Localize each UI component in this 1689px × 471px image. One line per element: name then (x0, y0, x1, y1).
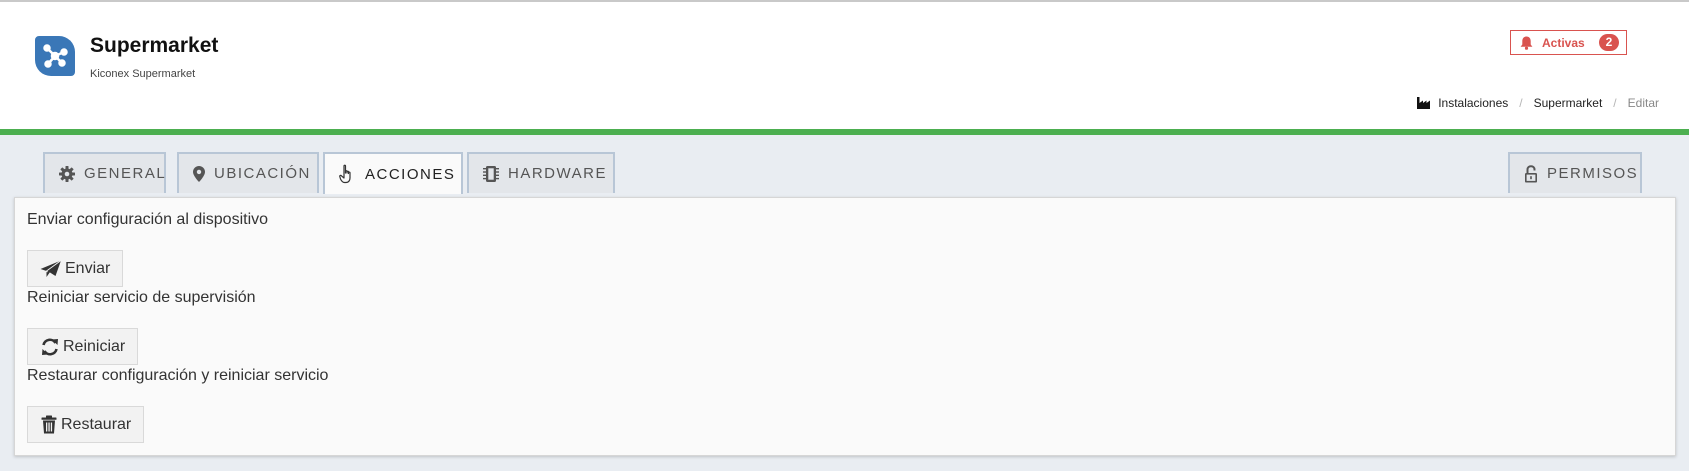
tab-bar: GENERAL UBICACIÓN ACCIONES HARDWARE PERM… (0, 135, 1689, 194)
hand-pointer-icon (339, 164, 356, 184)
factory-icon (1417, 97, 1431, 109)
unlock-icon (1524, 164, 1538, 183)
breadcrumb-supermarket[interactable]: Supermarket (1534, 96, 1603, 110)
tab-ubicacion-label: UBICACIÓN (214, 165, 311, 182)
network-nodes-icon (35, 36, 75, 76)
breadcrumb: Instalaciones / Supermarket / Editar (1417, 96, 1659, 110)
alerts-label: Activas (1542, 35, 1585, 50)
send-config-label: Enviar configuración al dispositivo (27, 211, 269, 228)
gear-icon (59, 165, 75, 182)
send-button-label: Enviar (65, 259, 111, 277)
page-title: Supermarket (90, 34, 219, 57)
chip-icon (483, 165, 499, 183)
tab-acciones[interactable]: ACCIONES (323, 152, 463, 194)
page-subtitle: Kiconex Supermarket (90, 68, 196, 80)
paper-plane-icon (40, 259, 62, 278)
breadcrumb-instalaciones[interactable]: Instalaciones (1438, 96, 1508, 110)
restart-service-label: Reiniciar servicio de supervisión (27, 289, 256, 306)
restore-button[interactable]: Restaurar (27, 406, 145, 443)
restart-button[interactable]: Reiniciar (27, 328, 139, 365)
restore-config-label: Restaurar configuración y reiniciar serv… (27, 367, 329, 384)
trash-icon (40, 415, 58, 434)
tab-permisos[interactable]: PERMISOS (1508, 152, 1642, 193)
tab-general-label: GENERAL (84, 165, 167, 182)
refresh-icon (40, 338, 60, 356)
active-alerts-button[interactable]: Activas 2 (1510, 30, 1627, 55)
restore-button-label: Restaurar (61, 415, 132, 433)
send-button[interactable]: Enviar (27, 250, 124, 287)
page-header: Supermarket Kiconex Supermarket Activas … (0, 2, 1689, 135)
bell-icon (1520, 36, 1533, 50)
tab-hardware-label: HARDWARE (508, 165, 607, 182)
actions-panel: Enviar configuración al dispositivo Envi… (14, 197, 1676, 456)
tab-general[interactable]: GENERAL (43, 152, 166, 193)
tab-permisos-label: PERMISOS (1547, 165, 1639, 182)
breadcrumb-separator: / (1613, 96, 1617, 110)
breadcrumb-separator: / (1519, 96, 1523, 110)
alerts-count-badge: 2 (1599, 34, 1619, 51)
tab-acciones-label: ACCIONES (365, 165, 456, 183)
map-marker-icon (193, 165, 205, 182)
breadcrumb-editar: Editar (1627, 96, 1659, 110)
tab-ubicacion[interactable]: UBICACIÓN (177, 152, 319, 193)
tab-hardware[interactable]: HARDWARE (467, 152, 615, 193)
restart-button-label: Reiniciar (63, 337, 126, 355)
